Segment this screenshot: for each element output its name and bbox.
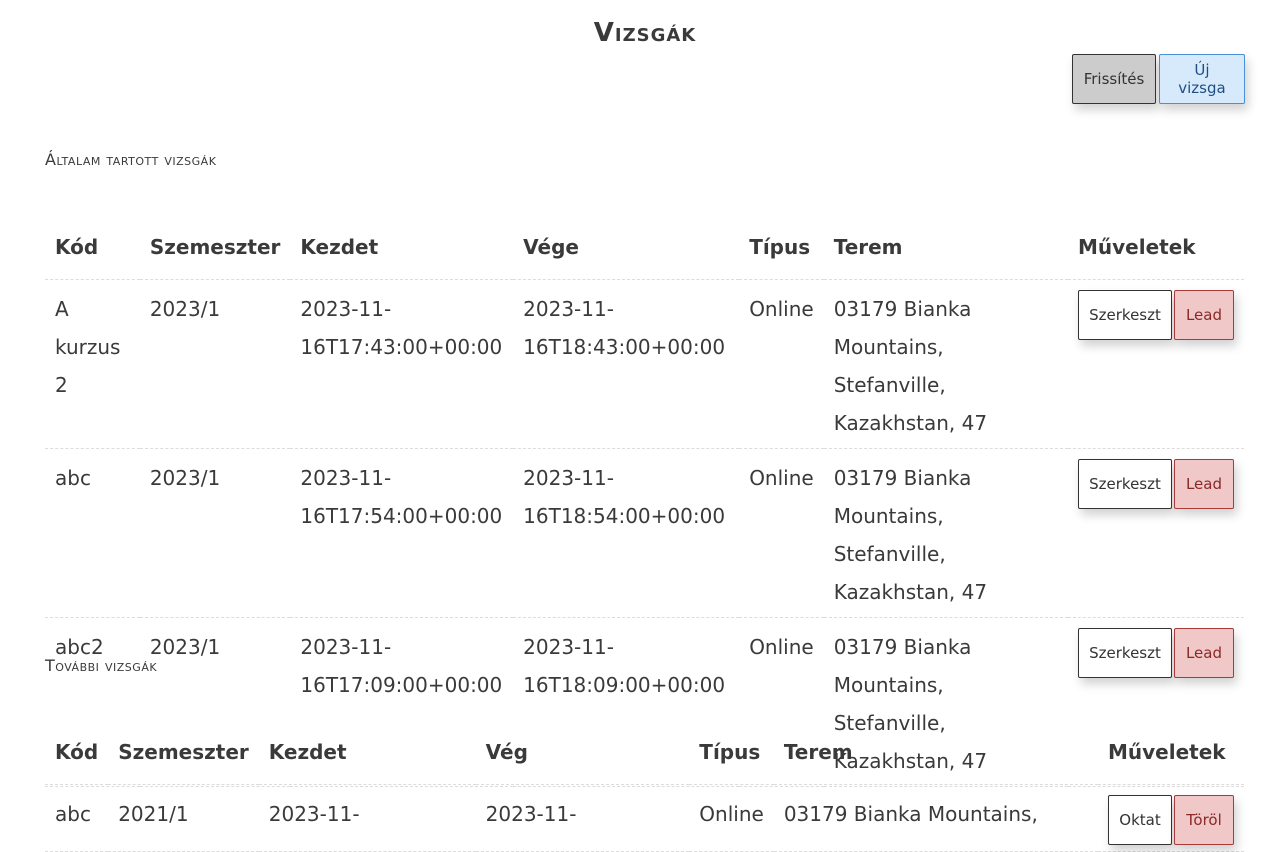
edit-button[interactable]: Szerkeszt [1078, 290, 1172, 340]
table-header-row: Kód Szemeszter Kezdet Vég Típus Terem Mű… [45, 720, 1244, 785]
own-exams-table: Kód Szemeszter Kezdet Vége Típus Terem M… [45, 215, 1244, 787]
column-header-code: Kód [45, 215, 140, 280]
column-header-actions: Műveletek [1068, 215, 1244, 280]
column-header-type: Típus [689, 720, 774, 785]
table-row: abc 2021/1 2023-11- 2023-11- Online 0317… [45, 784, 1244, 852]
column-header-start: Kezdet [258, 720, 476, 785]
cell-type: Online [739, 448, 824, 618]
edit-button[interactable]: Szerkeszt [1078, 459, 1172, 509]
cell-end: 2023-11-16T18:43:00+00:00 [513, 279, 740, 449]
top-actions: Frissítés Új vizsga [1072, 54, 1245, 104]
submit-button[interactable]: Lead [1174, 459, 1234, 509]
table-header-row: Kód Szemeszter Kezdet Vége Típus Terem M… [45, 215, 1244, 280]
cell-semester: 2023/1 [139, 279, 291, 449]
column-header-semester: Szemeszter [108, 720, 259, 785]
column-header-end: Vége [513, 215, 740, 280]
cell-end: 2023-11- [475, 784, 690, 852]
page-title: Vizsgák [593, 18, 697, 48]
cell-start: 2023-11- [258, 784, 476, 852]
cell-actions: Szerkeszt Lead [1068, 448, 1244, 618]
column-header-type: Típus [739, 215, 824, 280]
cell-actions: Oktat Töröl [1098, 784, 1244, 852]
cell-end: 2023-11-16T18:54:00+00:00 [513, 448, 740, 618]
cell-code: A kurzus 2 [45, 279, 140, 449]
cell-actions: Szerkeszt Lead [1068, 279, 1244, 449]
cell-start: 2023-11-16T17:43:00+00:00 [290, 279, 514, 449]
cell-semester: 2023/1 [139, 448, 291, 618]
cell-start: 2023-11-16T17:54:00+00:00 [290, 448, 514, 618]
other-exams-heading: További vizsgák [45, 656, 158, 675]
column-header-room: Terem [773, 720, 1098, 785]
cell-room: 03179 Bianka Mountains, Stefanville, Kaz… [823, 448, 1068, 618]
submit-button[interactable]: Lead [1174, 628, 1234, 678]
edit-button[interactable]: Szerkeszt [1078, 628, 1172, 678]
cell-type: Online [739, 279, 824, 449]
column-header-room: Terem [823, 215, 1068, 280]
cell-room: 03179 Bianka Mountains, Stefanville, Kaz… [823, 279, 1068, 449]
column-header-code: Kód [45, 720, 109, 785]
delete-button[interactable]: Töröl [1174, 795, 1234, 845]
cell-type: Online [689, 784, 774, 852]
new-exam-button[interactable]: Új vizsga [1159, 54, 1245, 104]
page: Vizsgák Frissítés Új vizsga Általam tart… [0, 0, 1268, 852]
refresh-button[interactable]: Frissítés [1072, 54, 1156, 104]
column-header-end: Vég [475, 720, 690, 785]
cell-semester: 2021/1 [108, 784, 259, 852]
submit-button[interactable]: Lead [1174, 290, 1234, 340]
cell-code: abc [45, 448, 140, 618]
cell-code: abc [45, 784, 109, 852]
own-exams-heading: Általam tartott vizsgák [45, 150, 217, 169]
column-header-semester: Szemeszter [139, 215, 291, 280]
column-header-start: Kezdet [290, 215, 514, 280]
teach-button[interactable]: Oktat [1108, 795, 1172, 845]
cell-room: 03179 Bianka Mountains, [773, 784, 1098, 852]
table-row: A kurzus 2 2023/1 2023-11-16T17:43:00+00… [45, 279, 1244, 449]
other-exams-table: Kód Szemeszter Kezdet Vég Típus Terem Mű… [45, 720, 1244, 852]
column-header-actions: Műveletek [1098, 720, 1244, 785]
table-row: abc 2023/1 2023-11-16T17:54:00+00:00 202… [45, 448, 1244, 618]
